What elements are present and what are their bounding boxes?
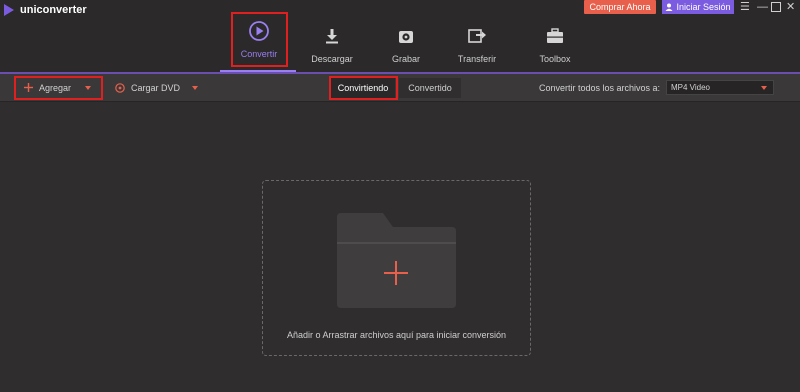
chevron-down-icon[interactable]	[192, 85, 199, 90]
close-icon[interactable]: ✕	[786, 1, 795, 13]
highlight-box-converting-tab	[329, 76, 398, 100]
load-dvd-label: Cargar DVD	[131, 82, 181, 93]
output-format-value: MP4 Video	[671, 83, 710, 92]
maximize-icon[interactable]	[771, 0, 781, 12]
app-logo: uniconverter	[4, 4, 87, 16]
tab-converted[interactable]: Convertido	[399, 78, 461, 98]
disc-icon	[399, 31, 413, 43]
transfer-icon	[468, 29, 486, 43]
highlight-box-add	[14, 76, 103, 100]
highlight-box-convert	[231, 12, 288, 67]
nav-transfer-label: Transferir	[457, 54, 497, 64]
login-button[interactable]: Iniciar Sesión	[662, 0, 734, 14]
top-header: uniconverter Comprar Ahora Iniciar Sesió…	[0, 0, 800, 74]
output-format-select[interactable]: MP4 Video	[666, 80, 774, 95]
dvd-icon	[115, 82, 125, 93]
nav-download[interactable]: Descargar	[302, 10, 362, 66]
login-label: Iniciar Sesión	[676, 2, 731, 12]
app-name: uniconverter	[20, 4, 87, 16]
toolbox-icon	[547, 28, 563, 43]
menu-icon[interactable]: ☰	[740, 1, 750, 13]
user-icon	[665, 3, 673, 11]
nav-burn[interactable]: Grabar	[376, 10, 436, 66]
nav-toolbox[interactable]: Toolbox	[525, 10, 585, 66]
nav-download-label: Descargar	[311, 54, 353, 64]
folder-add-icon[interactable]	[337, 213, 456, 308]
download-icon	[326, 29, 338, 44]
logo-icon	[4, 4, 14, 16]
active-nav-indicator	[220, 70, 296, 72]
minimize-icon[interactable]: —	[757, 1, 768, 13]
nav-toolbox-label: Toolbox	[539, 54, 571, 64]
load-dvd-button[interactable]: Cargar DVD	[115, 74, 199, 101]
drop-instructions: Añadir o Arrastrar archivos aquí para in…	[286, 330, 507, 340]
chevron-down-icon	[761, 86, 767, 90]
nav-burn-label: Grabar	[391, 54, 420, 64]
nav-transfer[interactable]: Transferir	[447, 10, 507, 66]
convert-all-label: Convertir todos los archivos a:	[539, 82, 661, 93]
buy-now-button[interactable]: Comprar Ahora	[584, 0, 656, 14]
